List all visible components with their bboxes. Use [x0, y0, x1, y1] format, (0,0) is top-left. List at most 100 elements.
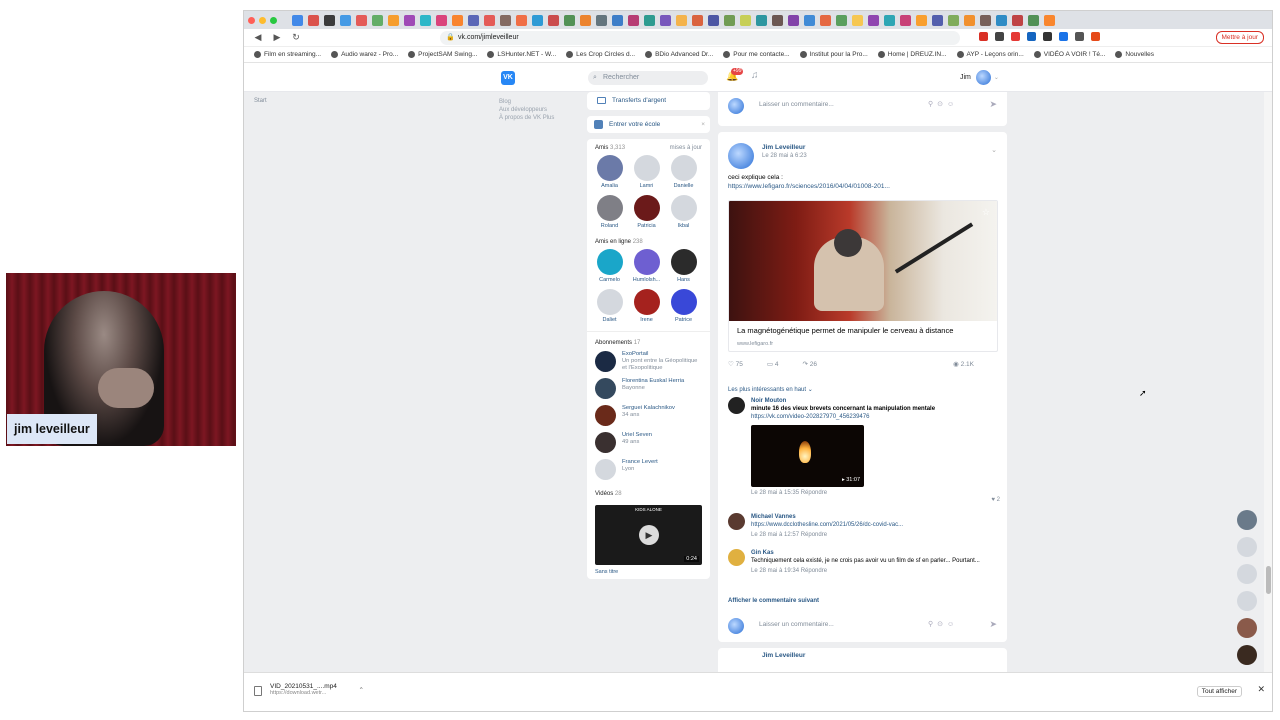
comment-author[interactable]: Michael Vannes	[751, 513, 1000, 521]
friend-item[interactable]: Danielle	[665, 153, 702, 189]
browser-tab[interactable]	[676, 14, 687, 26]
chat-avatar[interactable]	[1237, 510, 1257, 530]
browser-tab[interactable]	[1044, 14, 1055, 26]
post-date[interactable]: Le 28 mai à 6:23	[762, 153, 807, 159]
friend-item[interactable]: Lamri	[628, 153, 665, 189]
send-icon[interactable]: ➤	[989, 99, 997, 110]
browser-tab[interactable]	[420, 14, 431, 26]
browser-tab[interactable]	[564, 14, 575, 26]
browser-tab[interactable]	[772, 14, 783, 26]
search-input[interactable]: ⌕ Rechercher	[588, 71, 708, 85]
subscription-item[interactable]: ExoPortail Un pont entre la Géopolitique …	[587, 348, 710, 375]
browser-tab[interactable]	[964, 14, 975, 26]
browser-tab[interactable]	[500, 14, 511, 26]
browser-tab[interactable]	[484, 14, 495, 26]
browser-tab[interactable]	[548, 14, 559, 26]
browser-tab[interactable]	[932, 14, 943, 26]
browser-tab[interactable]	[436, 14, 447, 26]
browser-tab[interactable]	[948, 14, 959, 26]
comment-meta[interactable]: Le 28 mai à 15:35 Répondre	[751, 489, 1000, 497]
browser-tab[interactable]	[644, 14, 655, 26]
friend-item[interactable]: Roland	[591, 193, 628, 229]
post-author[interactable]: Jim Leveilleur	[762, 144, 805, 151]
comment-meta[interactable]: Le 28 mai à 12:57 Répondre	[751, 531, 1000, 539]
browser-tab[interactable]	[820, 14, 831, 26]
comment-author[interactable]: Noir Mouton	[751, 397, 1000, 405]
music-icon[interactable]: ♫	[751, 70, 759, 81]
browser-tab[interactable]	[868, 14, 879, 26]
address-bar[interactable]: 🔒 vk.com/jimleveilleur	[440, 31, 960, 45]
browser-tab[interactable]	[388, 14, 399, 26]
close-icon[interactable]: ✕	[1257, 684, 1265, 695]
send-icon[interactable]: ➤	[989, 619, 997, 630]
puzzle-icon[interactable]	[1075, 32, 1084, 41]
show-next-comment-link[interactable]: Afficher le commentaire suivant	[728, 598, 819, 604]
share-button[interactable]: ↷ 26	[802, 360, 829, 368]
browser-tab[interactable]	[916, 14, 927, 26]
profile-icon[interactable]	[1091, 32, 1100, 41]
post-link[interactable]: https://www.lefigaro.fr/sciences/2016/04…	[728, 182, 890, 191]
subscriptions-header[interactable]: Abonnements 17	[587, 331, 710, 348]
friend-item[interactable]: Humlolsh...	[628, 247, 665, 283]
extension-icon[interactable]	[1059, 32, 1068, 41]
bookmark-item[interactable]: VIDÉO A VOIR ! Té...	[1033, 51, 1105, 58]
post-author[interactable]: Jim Leveilleur	[762, 652, 805, 659]
extension-icon[interactable]	[979, 32, 988, 41]
extension-icon[interactable]	[995, 32, 1004, 41]
browser-tab[interactable]	[516, 14, 527, 26]
update-button[interactable]: Mettre à jour	[1215, 31, 1264, 44]
comment-link[interactable]: https://www.dcclothesline.com/2021/05/26…	[751, 521, 1000, 529]
bookmark-item[interactable]: Audio warez - Pro...	[331, 51, 398, 58]
bookmark-item[interactable]: BDio Advanced Dr...	[645, 51, 713, 58]
extension-icon[interactable]	[1027, 32, 1036, 41]
online-friends-header[interactable]: Amis en ligne 238	[587, 233, 710, 247]
browser-tab[interactable]	[1012, 14, 1023, 26]
download-item[interactable]: VID_20210531_....mp4 https://download.we…	[254, 683, 364, 705]
attach-icons[interactable]: ⚲⊙☺	[928, 100, 958, 108]
browser-tab[interactable]	[884, 14, 895, 26]
comment-video[interactable]: ▸ 31:07	[751, 425, 864, 487]
school-prompt[interactable]: Entrer votre école ×	[587, 116, 710, 133]
comment-like[interactable]: ♥ 2	[991, 496, 1000, 504]
chat-avatar[interactable]	[1237, 537, 1257, 557]
video-thumbnail[interactable]: KIDS ALONE ▶ 0:24	[595, 505, 702, 565]
browser-tab[interactable]	[292, 14, 303, 26]
subscription-item[interactable]: Serguei Kalachnikov 34 ans	[587, 402, 710, 429]
left-menu-item[interactable]: Aux développeurs	[499, 106, 554, 114]
friend-item[interactable]: Amalia	[591, 153, 628, 189]
browser-tab[interactable]	[692, 14, 703, 26]
play-icon[interactable]: ▶	[639, 525, 659, 545]
subscription-item[interactable]: France Levert Lyon	[587, 456, 710, 483]
browser-tab[interactable]	[452, 14, 463, 26]
comment-button[interactable]: ▭ 4	[767, 360, 791, 368]
friend-item[interactable]: Ikbal	[665, 193, 702, 229]
friend-item[interactable]: Daliet	[591, 287, 628, 323]
browser-tab[interactable]	[980, 14, 991, 26]
subscription-item[interactable]: Uriel Seven 49 ans	[587, 429, 710, 456]
friend-item[interactable]: Irene	[628, 287, 665, 323]
browser-tab[interactable]	[900, 14, 911, 26]
browser-tab[interactable]	[340, 14, 351, 26]
friend-item[interactable]: Patrice	[665, 287, 702, 323]
user-menu[interactable]: Jim ⌄	[960, 70, 999, 85]
browser-tab[interactable]	[628, 14, 639, 26]
chat-avatar[interactable]	[1237, 591, 1257, 611]
sort-comments-dropdown[interactable]: Les plus intéressants en haut ⌄	[728, 386, 813, 393]
comment-box[interactable]: Laisser un commentaire... ⚲⊙☺ ➤	[718, 92, 1007, 126]
link-preview[interactable]: ☆ La magnétogénétique permet de manipule…	[728, 200, 998, 352]
forward-icon[interactable]: ▶	[272, 32, 282, 43]
comment-link[interactable]: https://vk.com/video-202827970_456239476	[751, 413, 1000, 421]
chevron-down-icon[interactable]: ⌄	[991, 146, 997, 154]
attach-icons[interactable]: ⚲⊙☺	[928, 620, 958, 628]
vk-logo[interactable]: VK	[501, 71, 515, 85]
browser-tab[interactable]	[788, 14, 799, 26]
browser-tab[interactable]	[356, 14, 367, 26]
bookmark-item[interactable]: Nouvelles	[1115, 51, 1154, 58]
back-icon[interactable]: ◀	[253, 32, 263, 43]
browser-tab[interactable]	[596, 14, 607, 26]
bookmark-item[interactable]: Institut pour la Pro...	[799, 51, 868, 58]
browser-tab[interactable]	[612, 14, 623, 26]
browser-tab[interactable]	[580, 14, 591, 26]
avatar[interactable]	[728, 513, 745, 530]
bookmark-star-icon[interactable]: ☆	[982, 207, 990, 218]
